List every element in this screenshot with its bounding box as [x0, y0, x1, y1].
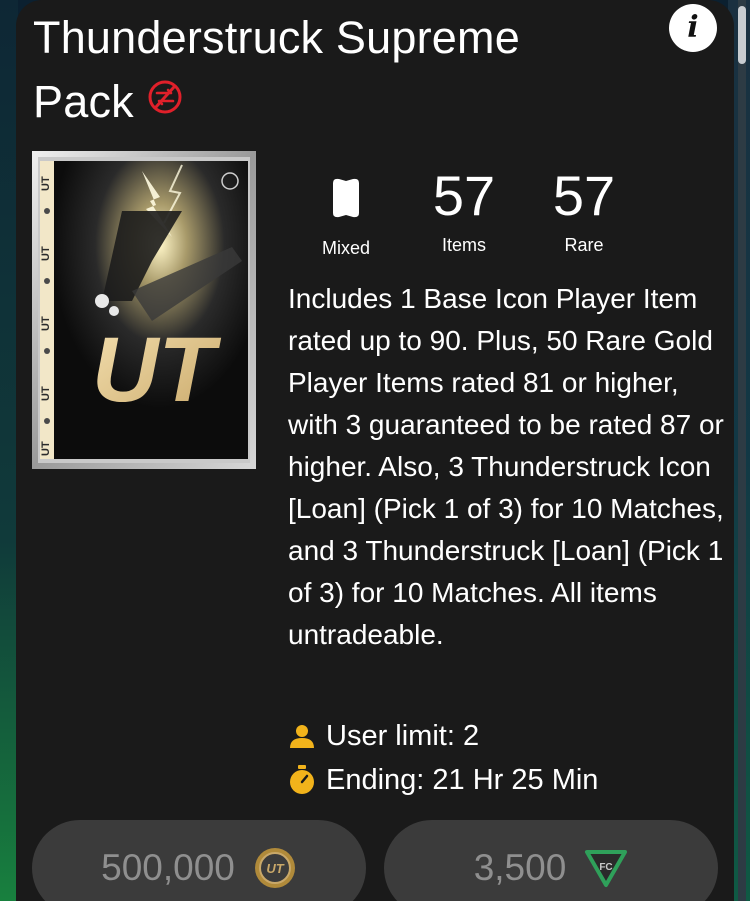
pack-artwork: UT UT UT UT UT UT	[32, 151, 256, 469]
ending-row: Ending: 21 Hr 25 Min	[288, 760, 598, 800]
fc-points-icon: FC	[585, 850, 628, 887]
user-limit-text: User limit: 2	[326, 720, 480, 752]
buy-with-points-button[interactable]: 3,500 FC	[384, 820, 718, 901]
user-icon	[290, 725, 314, 748]
pack-title: Thunderstruck Supreme Pack	[33, 6, 633, 134]
svg-text:UT: UT	[40, 316, 52, 331]
untradeable-icon	[148, 80, 182, 114]
pack-description: Includes 1 Base Icon Player Item rated u…	[288, 283, 724, 650]
coins-price: 500,000	[101, 847, 235, 888]
stat-mixed-label: Mixed	[321, 238, 370, 258]
points-price: 3,500	[473, 847, 567, 888]
stopwatch-icon	[290, 765, 314, 794]
stat-items: 57 Items	[414, 163, 514, 257]
pack-art-logo: UT	[92, 319, 221, 421]
user-limit-row: User limit: 2	[288, 716, 479, 756]
scrollbar-track[interactable]	[738, 0, 746, 901]
stat-rare-value: 57	[552, 164, 616, 227]
svg-text:UT: UT	[40, 176, 52, 191]
stat-items-value: 57	[432, 164, 496, 227]
stat-rare-label: Rare	[564, 235, 604, 255]
mixed-card-icon	[333, 178, 359, 218]
stat-rare: 57 Rare	[534, 163, 634, 257]
svg-text:FC: FC	[600, 862, 613, 873]
info-button[interactable]: i	[669, 4, 717, 52]
svg-text:UT: UT	[266, 861, 284, 876]
svg-text:UT: UT	[40, 246, 52, 261]
stat-mixed: Mixed	[296, 163, 396, 260]
scrollbar-thumb[interactable]	[738, 6, 746, 64]
pack-stats: Mixed 57 Items 57 Rare	[296, 163, 656, 263]
pack-detail-card: Thunderstruck Supreme Pack i UT UT UT UT…	[16, 0, 734, 901]
ut-coin-icon: UT	[254, 848, 295, 888]
svg-text:UT: UT	[40, 441, 52, 456]
ending-text: Ending: 21 Hr 25 Min	[326, 764, 599, 796]
stat-items-label: Items	[441, 235, 486, 255]
svg-text:UT: UT	[40, 386, 52, 401]
pack-title-text: Thunderstruck Supreme Pack	[33, 12, 520, 127]
buy-with-coins-button[interactable]: 500,000 UT	[32, 820, 366, 901]
